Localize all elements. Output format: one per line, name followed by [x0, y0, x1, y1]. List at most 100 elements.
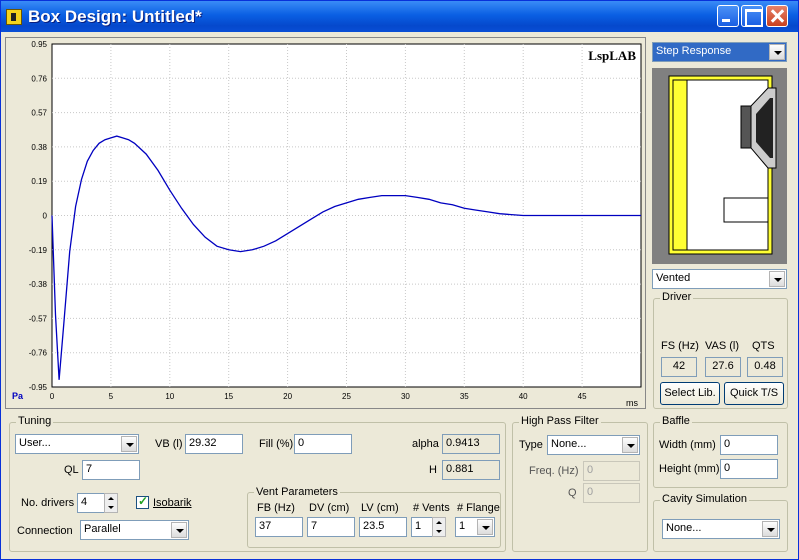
fs-header: FS (Hz) [661, 340, 699, 352]
qts-value: 0.48 [747, 357, 783, 377]
y-tick-label: -0.95 [29, 383, 48, 392]
ql-label: QL [64, 464, 79, 476]
vb-label: VB (l) [155, 438, 183, 450]
x-tick-label: 30 [401, 392, 410, 401]
drivers-spinner[interactable] [104, 493, 118, 513]
hpf-q-input[interactable]: 0 [583, 483, 640, 503]
chevron-down-icon[interactable] [121, 436, 137, 452]
maximize-button[interactable] [741, 5, 763, 27]
vent-legend: Vent Parameters [254, 486, 340, 498]
tuning-legend: Tuning [16, 415, 54, 427]
y-tick-label: -0.19 [29, 246, 48, 255]
select-lib-button[interactable]: Select Lib. [660, 382, 720, 405]
hpf-q-label: Q [568, 487, 577, 499]
hpf-type-value: None... [551, 438, 587, 450]
baffle-group: Baffle Width (mm) 0 Height (mm) 0 [653, 415, 788, 488]
vent-group: Vent Parameters FB (Hz) DV (cm) LV (cm) … [247, 486, 501, 548]
lv-header: LV (cm) [361, 502, 399, 514]
baffle-width-input[interactable]: 0 [720, 435, 778, 455]
vents-spinner[interactable] [432, 517, 446, 537]
window-title: Box Design: Untitled* [28, 7, 202, 26]
y-tick-label: 0.38 [31, 143, 47, 152]
box-type-value: Vented [656, 272, 691, 284]
isobarik-label: Isobarik [153, 497, 192, 509]
fs-value: 42 [661, 357, 697, 377]
lv-input[interactable]: 23.5 [359, 517, 407, 537]
view-select[interactable]: Step Response [652, 42, 787, 62]
x-tick-label: 15 [224, 392, 233, 401]
fill-input[interactable]: 0 [294, 434, 352, 454]
x-tick-label: 25 [342, 392, 351, 401]
alpha-value: 0.9413 [442, 434, 500, 454]
y-tick-label: -0.38 [29, 280, 48, 289]
hpf-legend: High Pass Filter [519, 415, 601, 427]
baffle-width-label: Width (mm) [659, 439, 716, 451]
qts-header: QTS [752, 340, 775, 352]
minimize-button[interactable] [717, 5, 739, 27]
baffle-legend: Baffle [660, 415, 692, 427]
flange-select[interactable]: 1 [455, 517, 495, 537]
chevron-down-icon[interactable] [762, 521, 778, 537]
y-tick-label: -0.57 [29, 314, 48, 323]
connection-select[interactable]: Parallel [80, 520, 189, 540]
cavity-select-value: None... [666, 522, 702, 534]
enclosure-diagram [652, 68, 787, 264]
chevron-down-icon[interactable] [769, 44, 785, 60]
x-tick-label: 35 [460, 392, 469, 401]
x-tick-label: 20 [283, 392, 292, 401]
vents-input[interactable]: 1 [411, 517, 433, 537]
cavity-select[interactable]: None... [662, 519, 780, 539]
app-window: Box Design: Untitled* 0.95 0.76 0.57 0.38 0.… [0, 0, 799, 560]
y-axis-unit: Pa [12, 391, 24, 401]
connection-label: Connection [17, 525, 73, 537]
close-button[interactable] [766, 5, 788, 27]
y-tick-label: 0.76 [31, 74, 47, 83]
tuning-group: Tuning User... VB (l) 29.32 Fill (%) 0 a… [9, 415, 506, 552]
x-tick-label: 40 [519, 392, 528, 401]
chevron-down-icon[interactable] [622, 437, 638, 453]
flange-value: 1 [459, 520, 466, 532]
speaker-app-icon[interactable] [6, 9, 22, 25]
drivers-label: No. drivers [21, 497, 75, 509]
step-response-chart: 0.95 0.76 0.57 0.38 0.19 0 -0.19 -0.38 -0.57 -0.7… [12, 40, 642, 408]
brand-label: LspLAB [588, 48, 636, 63]
fb-header: FB (Hz) [257, 502, 295, 514]
driver-legend: Driver [660, 291, 694, 303]
y-tick-label: 0.95 [31, 40, 47, 49]
box-type-select[interactable]: Vented [652, 269, 787, 289]
y-tick-label: -0.76 [29, 349, 48, 358]
drivers-input[interactable]: 4 [77, 493, 105, 513]
hpf-freq-input[interactable]: 0 [583, 461, 640, 481]
fb-input[interactable]: 37 [255, 517, 303, 537]
baffle-height-label: Height (mm) [659, 463, 720, 475]
baffle-height-input[interactable]: 0 [720, 459, 778, 479]
driver-group: Driver FS (Hz) VAS (l) QTS 42 27.6 0.48 … [653, 291, 788, 409]
y-tick-label: 0.19 [31, 177, 47, 186]
plot-panel: 0.95 0.76 0.57 0.38 0.19 0 -0.19 -0.38 -0.57 -0.7… [5, 37, 646, 409]
chevron-down-icon[interactable] [171, 522, 187, 538]
vb-input[interactable]: 29.32 [185, 434, 243, 454]
dv-input[interactable]: 7 [307, 517, 355, 537]
h-value: 0.881 [442, 460, 500, 480]
hpf-type-select[interactable]: None... [547, 435, 640, 455]
tuning-mode-value: User... [19, 437, 51, 449]
isobarik-checkbox[interactable] [136, 494, 149, 509]
y-tick-label: 0.57 [31, 109, 47, 118]
vents-header: # Vents [413, 502, 450, 514]
h-label: H [429, 464, 437, 476]
title-bar[interactable]: Box Design: Untitled* [1, 1, 798, 32]
tuning-mode-select[interactable]: User... [15, 434, 139, 454]
fill-label: Fill (%) [259, 438, 294, 450]
x-tick-label: 5 [109, 392, 114, 401]
alpha-label: alpha [412, 438, 439, 450]
cavity-legend: Cavity Simulation [660, 493, 749, 505]
x-axis-unit: ms [626, 398, 638, 408]
hpf-freq-label: Freq. (Hz) [529, 465, 579, 477]
x-tick-label: 10 [165, 392, 174, 401]
chevron-down-icon[interactable] [477, 519, 493, 535]
quick-ts-button[interactable]: Quick T/S [724, 382, 784, 405]
chevron-down-icon[interactable] [769, 271, 785, 287]
connection-value: Parallel [84, 523, 121, 535]
ql-input[interactable]: 7 [82, 460, 140, 480]
hpf-group: High Pass Filter Type None... Freq. (Hz)… [512, 415, 648, 552]
